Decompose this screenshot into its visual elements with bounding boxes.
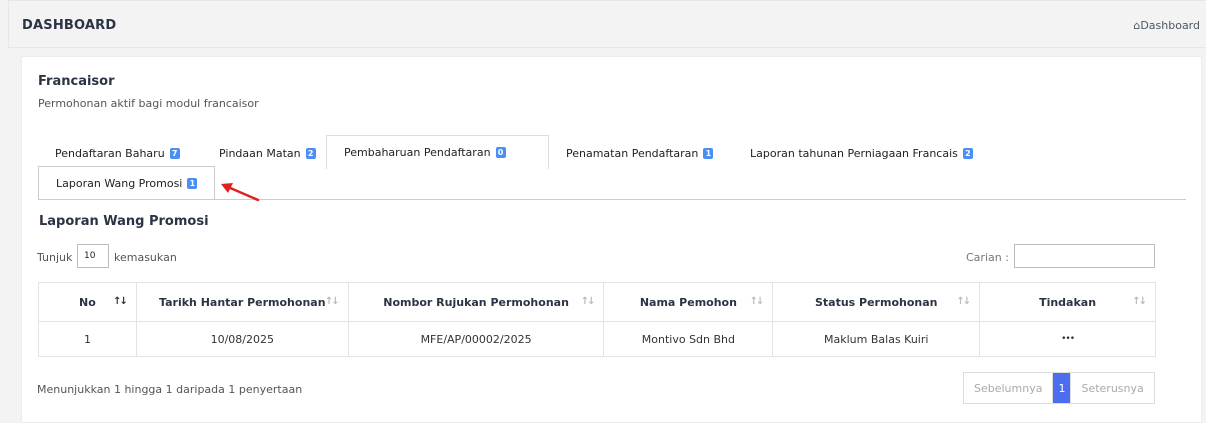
sort-arrows-icon: ↑↓ [1132,296,1147,307]
show-entries-select[interactable]: 10 [77,244,109,268]
prev-page-button[interactable]: Sebelumnya [964,373,1053,403]
table-info: Menunjukkan 1 hingga 1 daripada 1 penyer… [37,383,303,396]
tab-pendaftaran-baharu[interactable]: Pendaftaran Baharu 7 [38,136,197,170]
breadcrumb[interactable]: ⌂Dashboard [1133,19,1200,32]
tab-laporan-tahunan[interactable]: Laporan tahunan Perniagaan Francais 2 [733,136,990,170]
show-entries-label: Tunjuk [37,251,73,264]
cell-tarikh: 10/08/2025 [135,321,349,357]
tab-divider [38,199,1186,200]
data-table: No ↑↓ Tarikh Hantar Permohonan ↑↓ Nombor R… [38,282,1156,357]
page-1-button[interactable]: 1 [1052,373,1071,403]
count-badge: 0 [495,147,506,158]
tab-pembaharuan-pendaftaran[interactable]: Pembaharuan Pendaftaran 0 [326,135,549,169]
card-title: Francaisor [38,74,115,89]
page-title: DASHBOARD [22,18,117,33]
column-header-no[interactable]: No ↑↓ [38,282,137,322]
search-input[interactable] [1014,244,1155,268]
column-header-tindakan[interactable]: Tindakan ↑↓ [979,282,1156,322]
tab-pindaan-matan[interactable]: Pindaan Matan 2 [202,136,333,170]
table-header-row: No ↑↓ Tarikh Hantar Permohonan ↑↓ Nombor R… [38,282,1156,322]
tab-label: Laporan Wang Promosi [56,176,183,190]
table-row: 1 10/08/2025 MFE/AP/00002/2025 Montivo S… [38,321,1156,357]
count-badge: 1 [187,177,198,189]
ellipsis-icon[interactable]: ••• [979,321,1156,357]
cell-nama-pemohon: Montivo Sdn Bhd [603,321,774,357]
page-header: DASHBOARD ⌂Dashboard [8,0,1206,48]
cell-status: Maklum Balas Kuiri [772,321,981,357]
next-page-button[interactable]: Seterusnya [1070,373,1154,403]
column-header-tarikh[interactable]: Tarikh Hantar Permohonan ↑↓ [135,282,349,322]
sort-arrows-icon: ↑↓ [113,296,128,307]
count-badge: 1 [703,147,714,159]
column-header-nombor-rujukan[interactable]: Nombor Rujukan Permohonan ↑↓ [347,282,605,322]
tab-label: Laporan tahunan Perniagaan Francais [750,146,958,160]
section-title: Laporan Wang Promosi [39,214,209,229]
sort-arrows-icon: ↑↓ [580,296,596,307]
column-header-nama-pemohon[interactable]: Nama Pemohon ↑↓ [603,282,774,322]
breadcrumb-label: Dashboard [1140,19,1200,32]
tab-label: Pindaan Matan [219,146,301,160]
tab-label: Pendaftaran Baharu [55,146,165,160]
cell-no: 1 [38,321,137,357]
tab-penamatan-pendaftaran[interactable]: Penamatan Pendaftaran 1 [549,136,730,170]
tab-label: Pembaharuan Pendaftaran [344,146,491,159]
count-badge: 2 [962,147,973,159]
column-header-status[interactable]: Status Permohonan ↑↓ [772,282,981,322]
tab-laporan-wang-promosi[interactable]: Laporan Wang Promosi 1 [38,166,216,200]
sort-arrows-icon: ↑↓ [956,296,971,307]
count-badge: 7 [169,147,180,159]
tab-label: Penamatan Pendaftaran [566,146,699,160]
pagination: Sebelumnya 1 Seterusnya [963,372,1155,404]
sort-arrows-icon: ↑↓ [749,296,765,307]
count-badge: 2 [305,147,316,159]
show-entries-suffix: kemasukan [114,251,177,264]
card-subtitle: Permohonan aktif bagi modul francaisor [38,97,259,110]
search-label: Carian : [966,251,1009,264]
sort-arrows-icon: ↑↓ [324,296,340,307]
cell-nombor-rujukan: MFE/AP/00002/2025 [347,321,605,357]
francaisor-card: Francaisor Permohonan aktif bagi modul f… [21,56,1202,423]
